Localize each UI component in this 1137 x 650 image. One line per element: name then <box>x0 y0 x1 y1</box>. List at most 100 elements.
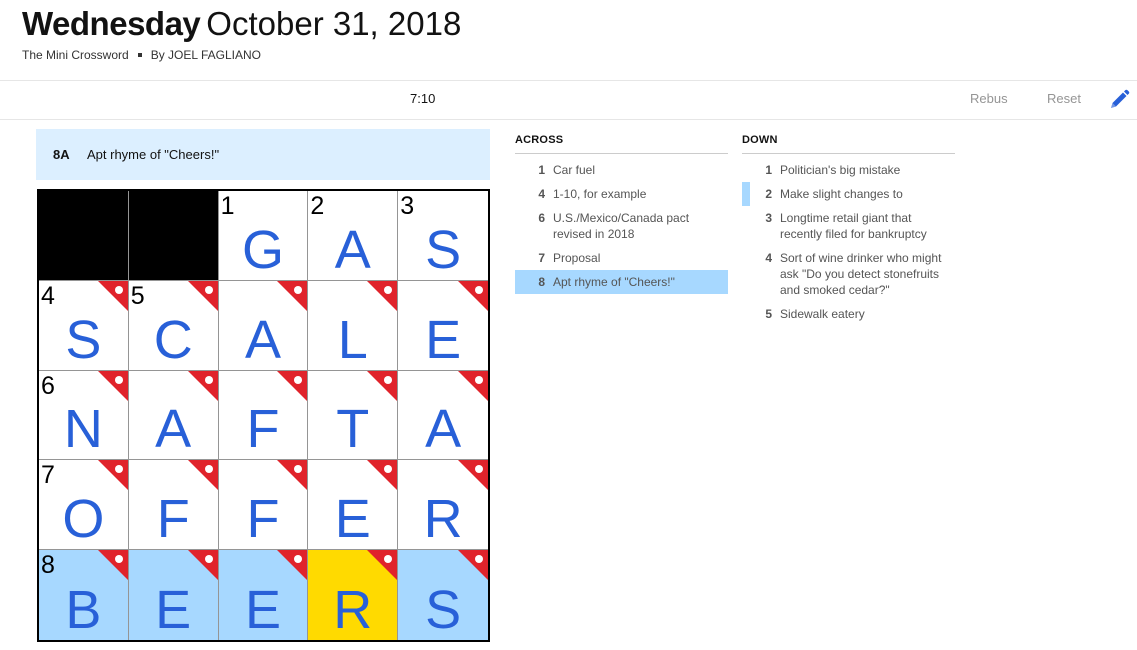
timer[interactable]: 7:10 <box>410 91 435 106</box>
across-title: ACROSS <box>515 134 728 154</box>
cell-letter: A <box>244 309 281 370</box>
clue-number: 8 <box>538 275 545 289</box>
grid-cell[interactable]: E <box>398 280 488 371</box>
cell-letter: C <box>153 309 193 370</box>
grid-cell[interactable]: A <box>218 280 309 371</box>
clue-number: 5 <box>765 307 772 321</box>
check-flag-icon <box>97 550 128 581</box>
grid-cell[interactable]: 1G <box>218 191 309 281</box>
puzzle-name: The Mini Crossword <box>22 48 129 62</box>
cell-letter: E <box>155 580 192 640</box>
grid-cell[interactable]: 6N <box>39 370 129 461</box>
check-flag-icon <box>367 550 398 581</box>
grid-cell[interactable]: 3S <box>398 191 488 281</box>
check-flag-icon <box>187 460 218 491</box>
cell-number: 8 <box>41 551 55 580</box>
clue-number: 2 <box>765 187 772 201</box>
puzzle-day: Wednesday <box>22 5 201 42</box>
cell-letter: B <box>65 580 102 640</box>
grid-cell[interactable]: F <box>218 370 309 461</box>
clue-number: 7 <box>538 251 545 265</box>
cell-number: 5 <box>130 281 145 310</box>
check-flag-icon <box>367 460 398 491</box>
cell-letter: N <box>63 399 103 460</box>
clue-number: 4 <box>538 187 545 201</box>
check-flag-icon <box>367 370 398 401</box>
grid-cell[interactable]: F <box>218 460 309 551</box>
clue-number: 1 <box>765 163 772 177</box>
puzzle-title: Wednesday October 31, 2018 <box>22 4 461 44</box>
cell-letter: A <box>334 219 371 280</box>
clue-text: Make slight changes to <box>780 187 903 201</box>
grid-cell[interactable]: 2A <box>308 191 399 281</box>
check-flag-icon <box>277 460 308 491</box>
flag-dot-icon <box>475 375 483 384</box>
flag-dot-icon <box>114 285 123 294</box>
clue-number: 1 <box>538 163 545 177</box>
grid-cell[interactable]: A <box>128 370 219 461</box>
flag-dot-icon <box>204 285 213 294</box>
check-flag-icon <box>277 550 308 581</box>
cell-letter: S <box>425 219 462 280</box>
down-clue-4[interactable]: 4 Sort of wine drinker who might ask "Do … <box>742 246 955 302</box>
check-flag-icon <box>458 460 488 491</box>
grid-cell[interactable]: 7O <box>39 460 129 551</box>
grid-cell[interactable]: R <box>308 550 399 640</box>
grid-cell[interactable]: R <box>398 460 488 551</box>
grid-cell[interactable]: T <box>308 370 399 461</box>
cell-letter: R <box>333 580 373 640</box>
check-flag-icon <box>187 280 218 311</box>
clue-text: Sort of wine drinker who might ask "Do y… <box>780 251 942 297</box>
clue-text: Proposal <box>553 251 601 265</box>
grid-cell[interactable]: S <box>398 550 488 640</box>
down-title: DOWN <box>742 134 955 154</box>
grid-cell[interactable]: E <box>308 460 399 551</box>
check-flag-icon <box>97 370 128 401</box>
down-clue-2[interactable]: 2 Make slight changes to <box>742 182 955 206</box>
across-clue-6[interactable]: 6 U.S./Mexico/Canada pact revised in 2018 <box>515 206 728 246</box>
clue-text: Politician's big mistake <box>780 163 901 177</box>
black-cell <box>39 191 129 281</box>
current-clue-text: Apt rhyme of "Cheers!" <box>87 147 220 162</box>
grid-cell[interactable]: E <box>128 550 219 640</box>
flag-dot-icon <box>204 465 213 474</box>
author: By JOEL FAGLIANO <box>150 48 261 62</box>
grid-cell[interactable]: L <box>308 280 399 371</box>
down-clue-5[interactable]: 5 Sidewalk eatery <box>742 302 955 326</box>
cell-number: 2 <box>310 192 325 220</box>
grid-cell[interactable]: A <box>398 370 488 461</box>
cell-letter: A <box>155 399 192 460</box>
cell-letter: A <box>425 399 462 460</box>
across-clue-7[interactable]: 7 Proposal <box>515 246 728 270</box>
flag-dot-icon <box>204 375 213 384</box>
across-clue-8[interactable]: 8 Apt rhyme of "Cheers!" <box>515 270 728 294</box>
clue-number: 4 <box>765 251 772 265</box>
rebus-button[interactable]: Rebus <box>970 91 1008 106</box>
check-flag-icon <box>97 280 128 311</box>
cell-number: 4 <box>41 281 55 310</box>
pencil-icon[interactable] <box>1108 89 1130 111</box>
flag-dot-icon <box>114 375 123 384</box>
check-flag-icon <box>458 550 488 581</box>
down-clue-1[interactable]: 1 Politician's big mistake <box>742 158 955 182</box>
flag-dot-icon <box>114 555 123 564</box>
across-clue-1[interactable]: 1 Car fuel <box>515 158 728 182</box>
crossword-board: 1G2A3S4S5CALE6NAFTA7OFFER8BEERS <box>37 189 490 642</box>
down-clue-3[interactable]: 3 Longtime retail giant that recently fil… <box>742 206 955 246</box>
grid-cell[interactable]: 4S <box>39 280 129 371</box>
grid-cell[interactable]: F <box>128 460 219 551</box>
check-flag-icon <box>277 370 308 401</box>
flag-dot-icon <box>384 375 393 384</box>
reset-button[interactable]: Reset <box>1047 91 1081 106</box>
across-clue-4[interactable]: 4 1-10, for example <box>515 182 728 206</box>
check-flag-icon <box>187 550 218 581</box>
grid-cell[interactable]: 5C <box>128 280 219 371</box>
grid-cell[interactable]: 8B <box>39 550 129 640</box>
grid-cell[interactable]: E <box>218 550 309 640</box>
cell-letter: F <box>156 489 190 550</box>
clue-number: 3 <box>765 211 772 225</box>
cell-letter: G <box>241 219 284 280</box>
cell-letter: E <box>425 309 462 370</box>
black-cell <box>128 191 219 281</box>
clue-text: U.S./Mexico/Canada pact revised in 2018 <box>553 211 690 241</box>
